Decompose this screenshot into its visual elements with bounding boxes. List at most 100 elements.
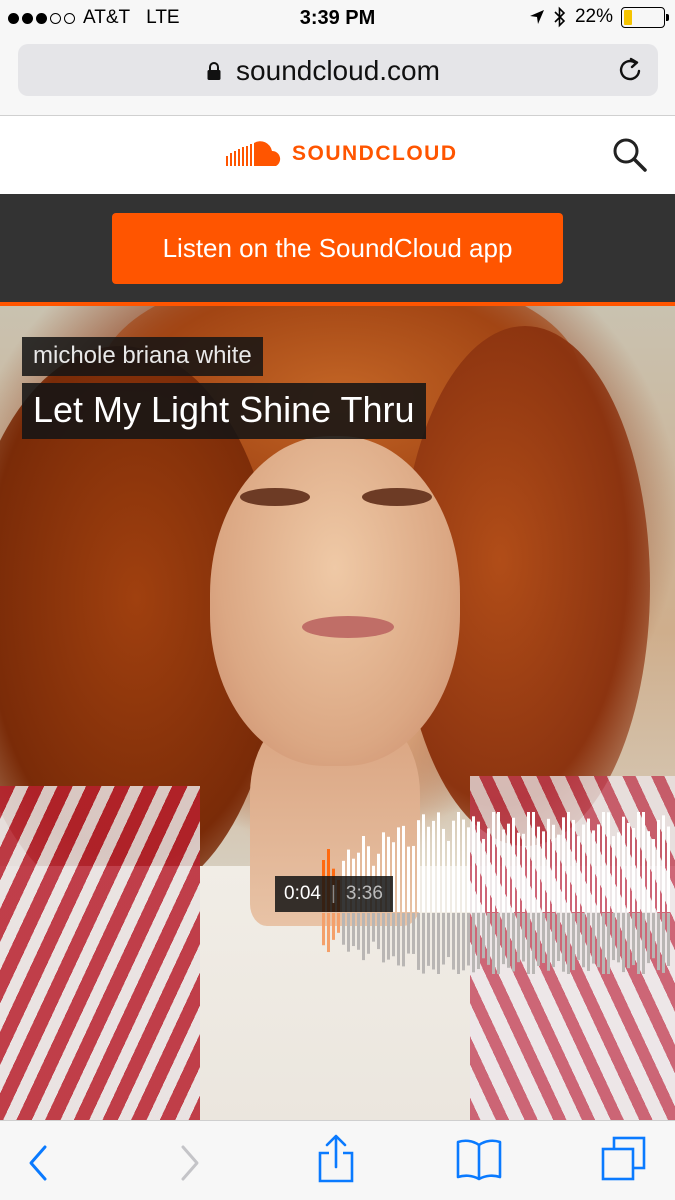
waveform-bar <box>632 827 635 912</box>
waveform-bar <box>642 812 645 912</box>
waveform-bar-reflection <box>662 913 665 973</box>
tabs-icon[interactable] <box>600 1135 648 1183</box>
artist-name[interactable]: michole briana white <box>22 337 263 376</box>
waveform-bar-reflection <box>657 913 660 971</box>
waveform-bar <box>557 834 560 912</box>
back-icon[interactable] <box>26 1143 50 1183</box>
waveform-bar <box>597 824 600 912</box>
waveform-bar <box>527 812 530 912</box>
address-bar[interactable]: soundcloud.com <box>18 44 658 96</box>
waveform-bar-reflection <box>582 913 585 968</box>
battery-fill <box>624 9 633 25</box>
reload-icon[interactable] <box>618 56 644 84</box>
waveform-bar <box>637 812 640 912</box>
waveform-bar <box>662 815 665 912</box>
waveform-bar-reflection <box>417 913 420 970</box>
waveform-bar <box>522 833 525 912</box>
url-text: soundcloud.com <box>236 55 440 86</box>
waveform-bar-reflection <box>447 913 450 958</box>
waveform-bar <box>547 818 550 912</box>
waveform-bar-reflection <box>552 913 555 968</box>
waveform-bar-reflection <box>612 913 615 961</box>
waveform-bar <box>507 823 510 912</box>
waveform-bar-reflection <box>512 913 515 972</box>
waveform-bar-reflection <box>382 913 385 963</box>
waveform-bar-reflection <box>547 913 550 971</box>
waveform-bar-reflection <box>502 913 505 965</box>
waveform-bar-reflection <box>462 913 465 971</box>
track-artwork[interactable]: michole briana white Let My Light Shine … <box>0 306 675 1120</box>
waveform-bar-reflection <box>487 913 490 965</box>
waveform-bar-reflection <box>422 913 425 974</box>
waveform-bar-reflection <box>492 913 495 974</box>
waveform-bar <box>582 824 585 912</box>
waveform-bar-reflection <box>402 913 405 967</box>
waveform-bar-reflection <box>522 913 525 962</box>
waveform-bar-reflection <box>542 913 545 964</box>
waveform-bar <box>572 819 575 912</box>
waveform-bar <box>417 820 420 912</box>
waveform-bar <box>517 832 520 912</box>
waveform-bar <box>482 838 485 912</box>
waveform-bar <box>502 829 505 912</box>
app-promo-banner: Listen on the SoundCloud app <box>0 194 675 302</box>
waveform-bar <box>497 812 500 912</box>
listen-in-app-button[interactable]: Listen on the SoundCloud app <box>112 213 563 284</box>
waveform-bar-reflection <box>557 913 560 961</box>
search-icon[interactable] <box>611 136 649 174</box>
waveform-bar-reflection <box>357 913 360 950</box>
waveform-bar-reflection <box>577 913 580 961</box>
waveform-bar <box>487 828 490 912</box>
waveform-bar-reflection <box>592 913 595 964</box>
share-icon[interactable] <box>316 1133 356 1185</box>
waveform-bar-reflection <box>332 913 335 940</box>
waveform-bar-reflection <box>637 913 640 974</box>
waveform-bar <box>552 824 555 912</box>
waveform-bar-reflection <box>477 913 480 970</box>
waveform-bar-reflection <box>527 913 530 974</box>
waveform-bar <box>462 819 465 912</box>
waveform-bar <box>447 840 450 912</box>
waveform-bar <box>472 816 475 912</box>
soundcloud-logo[interactable]: SOUNDCLOUD <box>226 140 458 168</box>
waveform-bar-reflection <box>517 913 520 963</box>
waveform-bar <box>542 831 545 912</box>
browser-address-area: soundcloud.com <box>0 38 675 116</box>
waveform-bar-reflection <box>537 913 540 966</box>
waveform-bar-reflection <box>452 913 455 970</box>
waveform-bar-reflection <box>367 913 370 954</box>
waveform-bar-reflection <box>337 913 340 933</box>
forward-icon[interactable] <box>178 1143 202 1183</box>
time-separator: | <box>330 883 336 904</box>
waveform-bar <box>602 812 605 912</box>
waveform-bar-reflection <box>437 913 440 974</box>
waveform-bar-reflection <box>352 913 355 947</box>
waveform-bar <box>667 826 670 912</box>
waveform-bar <box>427 826 430 912</box>
waveform-bar-reflection <box>322 913 325 946</box>
battery-percent: 22% <box>574 6 613 27</box>
waveform-bar-reflection <box>482 913 485 959</box>
location-icon <box>529 10 544 24</box>
waveform-bar <box>577 836 580 912</box>
waveform-bar-reflection <box>387 913 390 960</box>
waveform-bar-reflection <box>497 913 500 974</box>
status-bar: AT&T LTE 3:39 PM 22% <box>0 0 675 38</box>
waveform-bar <box>512 817 515 912</box>
waveform-bar <box>532 812 535 912</box>
waveform-bar-reflection <box>407 913 410 954</box>
waveform-bar <box>437 812 440 912</box>
waveform-bar <box>422 814 425 912</box>
waveform-bar <box>567 812 570 912</box>
bookmarks-icon[interactable] <box>455 1137 503 1181</box>
waveform-bar <box>652 839 655 912</box>
waveform-bar-reflection <box>467 913 470 966</box>
waveform-bar-reflection <box>432 913 435 970</box>
track-title: Let My Light Shine Thru <box>22 383 426 439</box>
waveform-bar-reflection <box>347 913 350 952</box>
waveform-bar <box>467 827 470 912</box>
site-header: SOUNDCLOUD <box>0 116 675 194</box>
waveform-bar <box>407 846 410 912</box>
waveform-bar <box>607 812 610 912</box>
waveform-bar <box>587 818 590 912</box>
